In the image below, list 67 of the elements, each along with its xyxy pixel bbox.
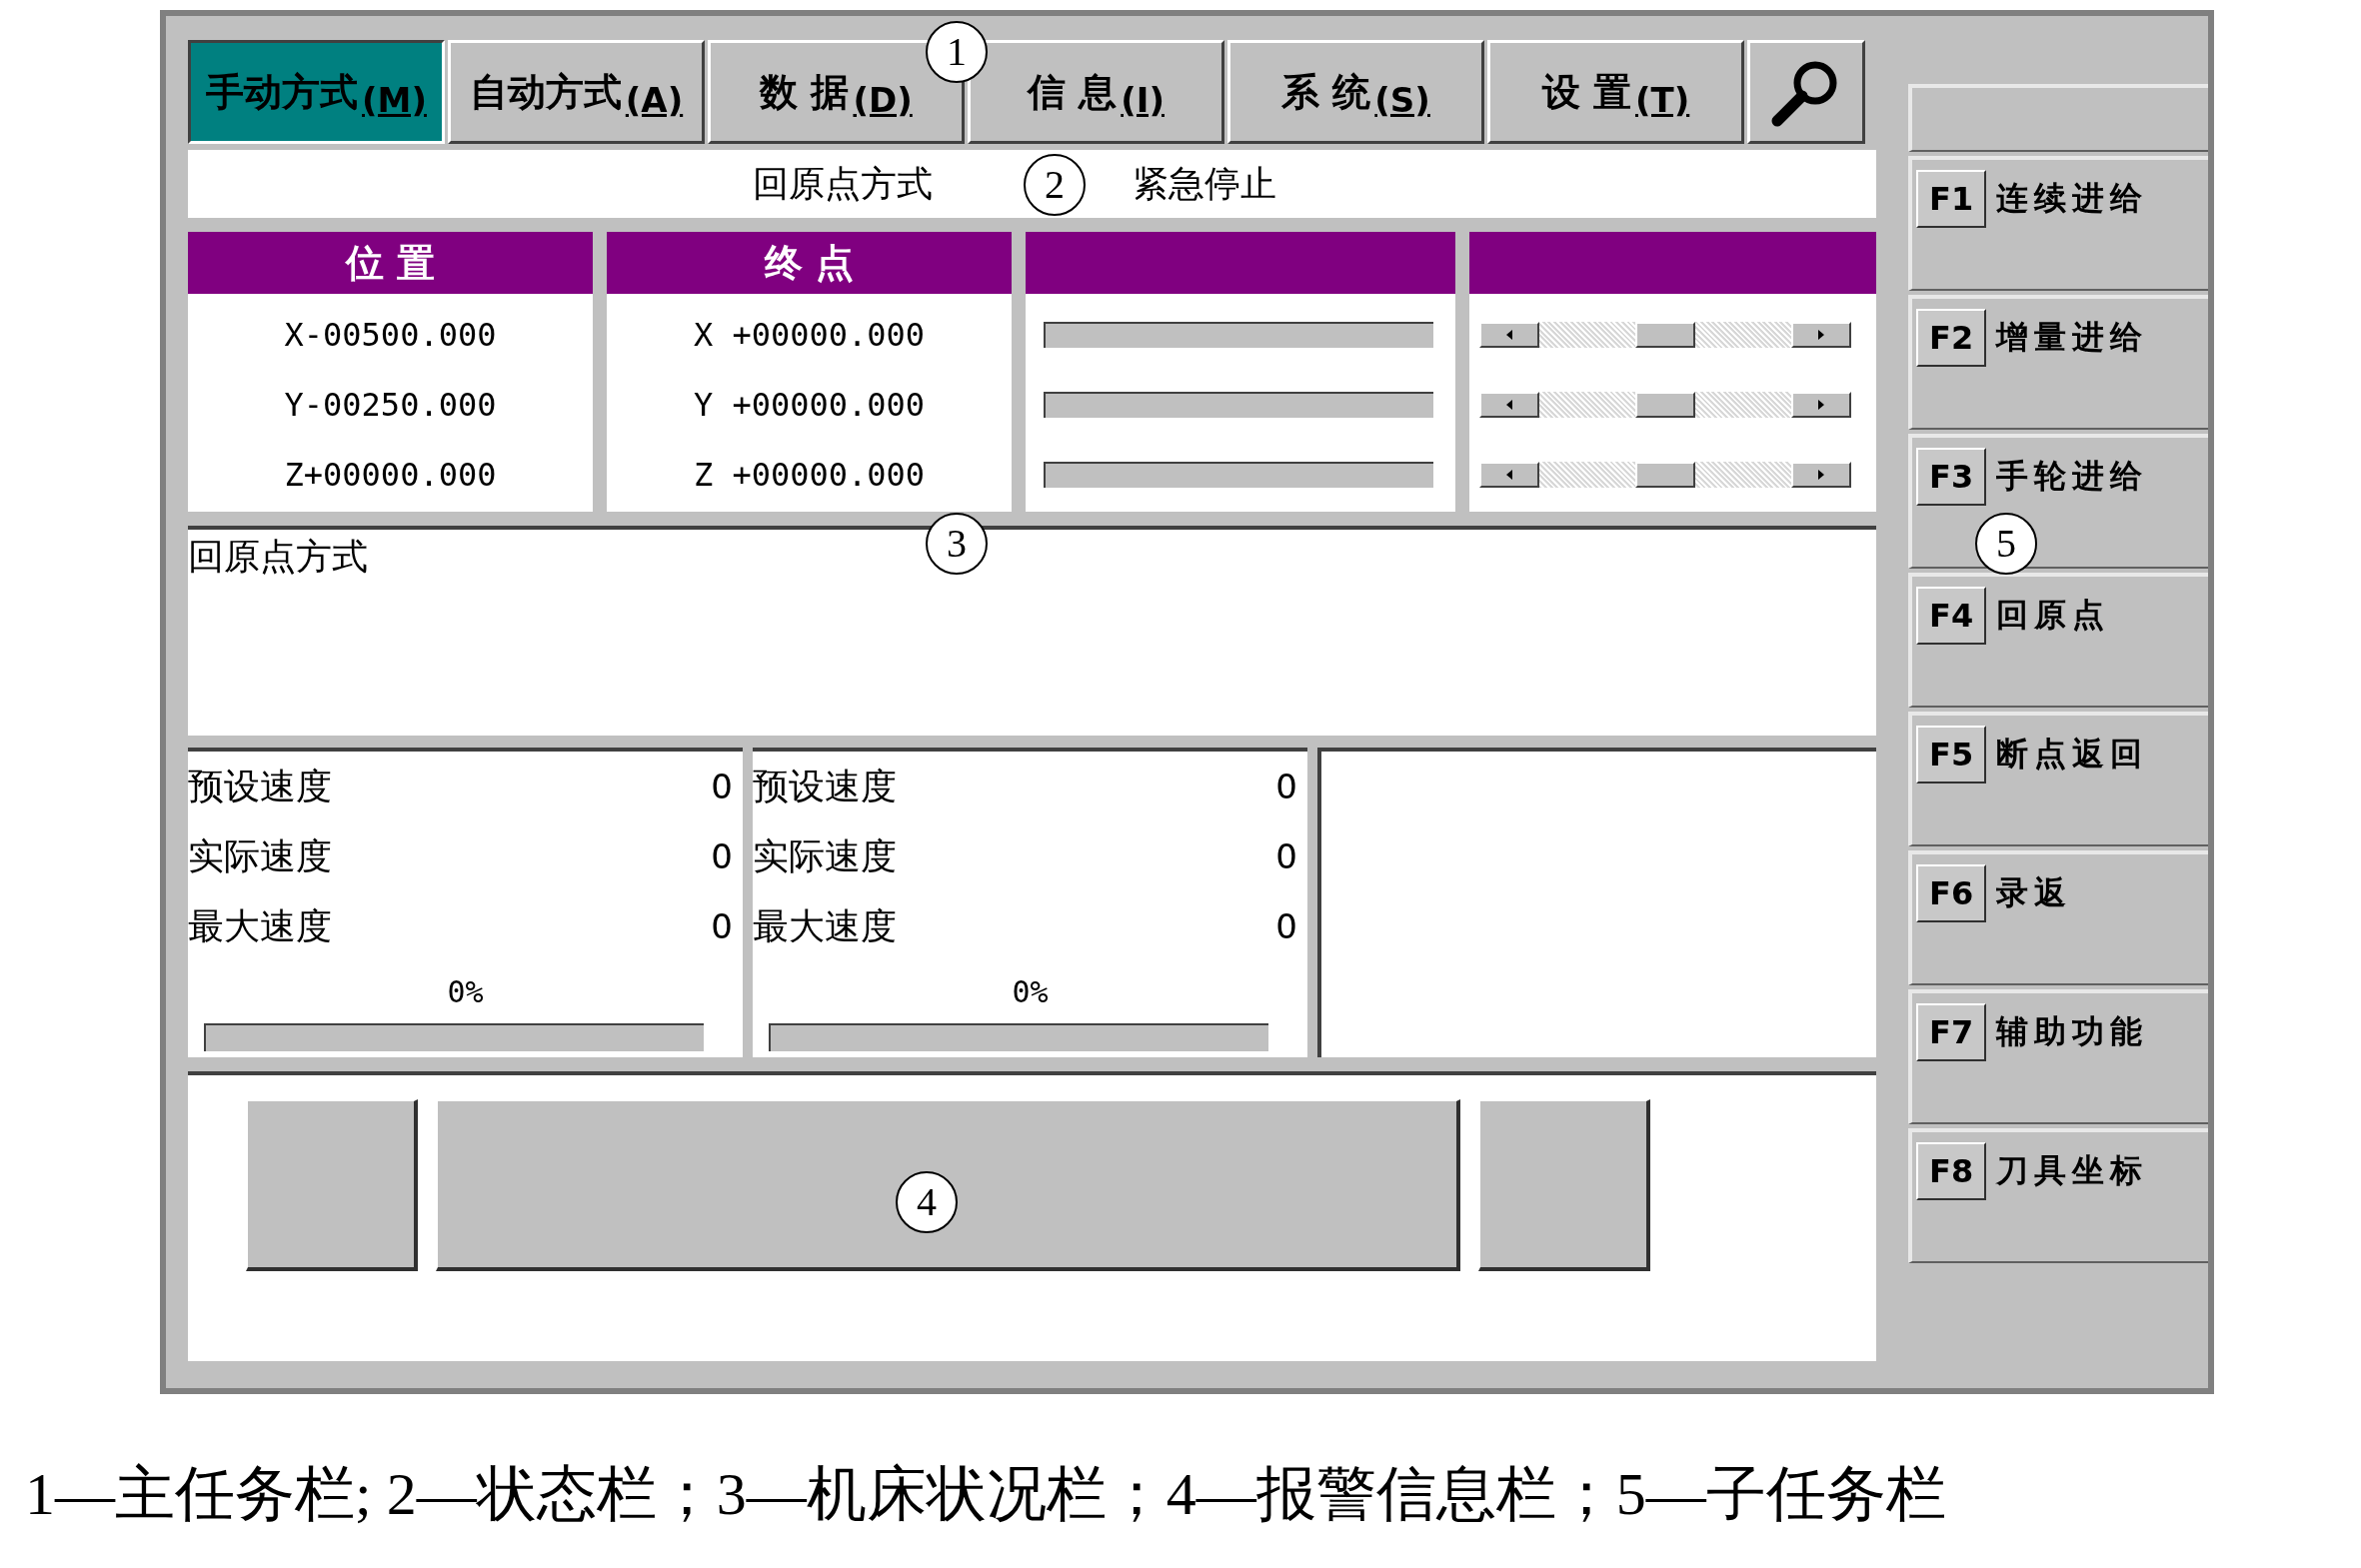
right-arrow-icon — [1817, 330, 1825, 340]
mode-status: 回原点方式 — [753, 162, 933, 206]
subtask-item[interactable]: F6 录返 — [1908, 850, 2208, 985]
speed-label: 预设速度 — [753, 765, 897, 808]
subtask-label: 连续进给 — [1996, 178, 2149, 219]
function-key[interactable]: F8 — [1916, 1142, 1987, 1200]
coordinate-value: Y +00000.000 — [692, 385, 927, 426]
coordinate-value: X +00000.000 — [692, 315, 927, 356]
coordinate-value: Z+00000.000 — [283, 455, 498, 496]
left-arrow-icon — [1505, 400, 1513, 410]
percent-value: 0% — [1012, 972, 1049, 1011]
function-key[interactable]: F1 — [1916, 170, 1987, 228]
search-button[interactable] — [1747, 40, 1865, 144]
callout-number: 1 — [926, 21, 988, 83]
scroll-right-button[interactable] — [1791, 322, 1851, 348]
function-key[interactable]: F4 — [1916, 587, 1987, 645]
function-key[interactable]: F3 — [1916, 448, 1987, 506]
subtask-label: 断点返回 — [1996, 734, 2149, 775]
scroll-right-button[interactable] — [1791, 462, 1851, 488]
subtask-label: 手轮进给 — [1996, 456, 2149, 497]
right-arrow-icon — [1817, 470, 1825, 480]
scroll-left-button[interactable] — [1479, 322, 1539, 348]
subtask-label: 刀具坐标 — [1996, 1150, 2149, 1191]
right-arrow-icon — [1817, 400, 1825, 410]
column-header: 位 置 — [188, 232, 593, 294]
coordinate-value: Y-00250.000 — [283, 385, 498, 426]
column-header: 终 点 — [607, 232, 1012, 294]
speed-value: 0 — [711, 834, 733, 878]
subtask-item[interactable]: F7 辅助功能 — [1908, 989, 2208, 1124]
speed-label: 实际速度 — [753, 834, 897, 878]
left-arrow-icon — [1505, 330, 1513, 340]
speed-label: 最大速度 — [753, 904, 897, 948]
subtask-label: 辅助功能 — [1996, 1011, 2149, 1052]
subtask-label: 录返 — [1996, 872, 2073, 913]
subtask-item[interactable]: F4 回原点 — [1908, 573, 2208, 708]
coordinate-value: X-00500.000 — [283, 315, 498, 356]
speed-value: 0 — [1275, 834, 1297, 878]
function-key[interactable]: F6 — [1916, 864, 1987, 922]
message-text: 回原点方式 — [188, 536, 368, 577]
speed-label: 预设速度 — [188, 765, 332, 808]
speed-value: 0 — [1275, 765, 1297, 808]
coordinate-value: Z +00000.000 — [692, 455, 927, 496]
scroll-left-button[interactable] — [1479, 392, 1539, 418]
speed-value: 0 — [1275, 904, 1297, 948]
speed-value: 0 — [711, 765, 733, 808]
left-arrow-icon — [1505, 470, 1513, 480]
function-key[interactable]: F2 — [1916, 309, 1987, 367]
emergency-status: 紧急停止 — [1133, 162, 1276, 206]
function-key[interactable]: F7 — [1916, 1003, 1987, 1061]
subtask-item[interactable]: F1 连续进给 — [1908, 156, 2208, 291]
slider-thumb[interactable] — [1635, 392, 1695, 418]
slider-thumb[interactable] — [1635, 462, 1695, 488]
subtask-item[interactable]: F8 刀具坐标 — [1908, 1128, 2208, 1263]
slider-thumb[interactable] — [1635, 322, 1695, 348]
scroll-left-button[interactable] — [1479, 462, 1539, 488]
callout-number: 3 — [926, 513, 988, 575]
figure-caption: 1—主任务栏; 2—状态栏；3—机床状况栏；4—报警信息栏；5—子任务栏 — [25, 1461, 1946, 1527]
speed-label: 实际速度 — [188, 834, 332, 878]
percent-value: 0% — [447, 972, 484, 1011]
subtask-item[interactable]: F2 增量进给 — [1908, 295, 2208, 430]
subtask-label: 回原点 — [1996, 595, 2111, 636]
speed-label: 最大速度 — [188, 904, 332, 948]
scroll-right-button[interactable] — [1791, 392, 1851, 418]
subtask-item[interactable]: F5 断点返回 — [1908, 712, 2208, 846]
subtask-label: 增量进给 — [1996, 317, 2149, 358]
function-key[interactable]: F5 — [1916, 726, 1987, 784]
speed-value: 0 — [711, 904, 733, 948]
